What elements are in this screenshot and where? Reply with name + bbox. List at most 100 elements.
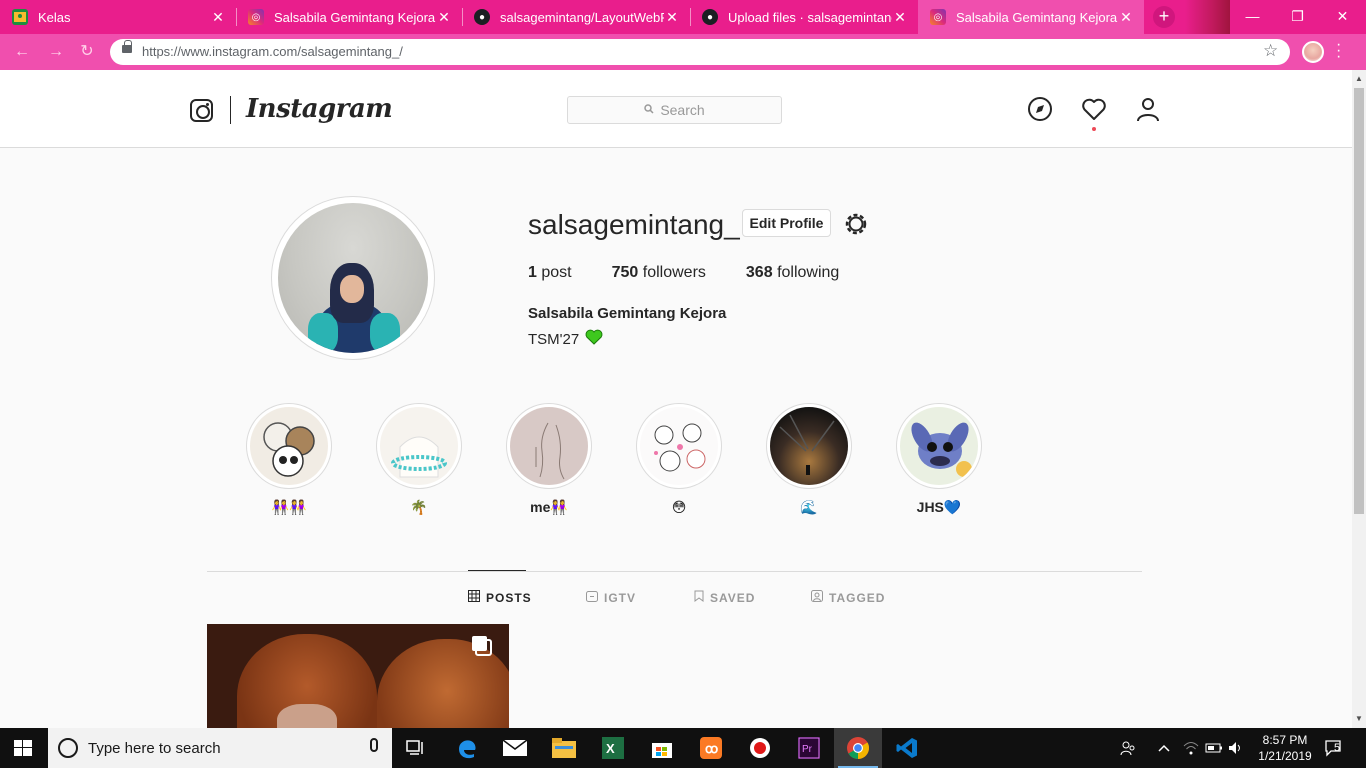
highlight-label: 🌊 (800, 499, 818, 515)
minimize-icon[interactable]: — (1230, 0, 1275, 34)
battery-icon[interactable] (1205, 728, 1223, 768)
url-text[interactable]: https://www.instagram.com/salsagemintang… (142, 44, 403, 59)
page-scrollbar[interactable]: ▲ ▼ (1352, 70, 1366, 728)
chrome-icon[interactable] (834, 728, 882, 768)
instagram-wordmark[interactable]: Instagram (246, 94, 393, 124)
tab-close-icon[interactable]: ✕ (664, 9, 680, 26)
bookmark-star-icon[interactable]: ☆ (1263, 41, 1278, 61)
tab-saved[interactable]: SAVED (694, 590, 755, 605)
activity-notification-dot (1092, 127, 1096, 131)
excel-icon[interactable]: X (589, 728, 637, 768)
scroll-up-icon[interactable]: ▲ (1355, 74, 1363, 83)
tagged-icon (811, 590, 823, 605)
activity-heart-icon[interactable] (1081, 96, 1107, 127)
cortana-icon (58, 738, 78, 758)
close-window-icon[interactable]: ✕ (1320, 0, 1365, 34)
tabs-divider (207, 571, 1142, 572)
action-center-icon[interactable]: 5 (1324, 728, 1344, 768)
notification-count: 5 (1334, 742, 1341, 754)
mail-icon[interactable] (491, 728, 539, 768)
xampp-icon[interactable]: ꝏ (687, 728, 735, 768)
browser-profile-avatar[interactable] (1302, 41, 1324, 63)
volume-icon[interactable] (1228, 728, 1244, 768)
back-icon[interactable]: ← (12, 42, 32, 62)
windows-start-icon[interactable] (14, 740, 32, 761)
tab-title: Upload files · salsagemintang/L (728, 9, 892, 25)
scrollbar-thumb[interactable] (1354, 88, 1364, 514)
highlight-item[interactable]: JHS💙 (896, 403, 982, 516)
followers-stat[interactable]: 750 followers (612, 264, 706, 282)
tab-posts[interactable]: POSTS (468, 590, 532, 605)
highlight-item[interactable]: 👭👭 (246, 403, 332, 516)
highlight-label: 🌴 (410, 499, 428, 515)
tab-tagged[interactable]: TAGGED (811, 590, 885, 605)
following-count: 368 (745, 264, 773, 281)
people-icon[interactable] (1120, 728, 1136, 768)
browser-tab-instagram[interactable]: ◎ Salsabila Gemintang Kejora (@ ✕ (236, 0, 462, 34)
post-thumbnail[interactable] (207, 624, 509, 728)
scroll-down-icon[interactable]: ▼ (1355, 714, 1363, 723)
file-explorer-icon[interactable] (540, 728, 588, 768)
search-icon (644, 103, 654, 117)
highlight-item[interactable]: 🌊 (766, 403, 852, 516)
profile-avatar[interactable] (278, 203, 428, 353)
forward-icon[interactable]: → (46, 42, 66, 62)
tab-title: Kelas (38, 9, 71, 25)
browser-tab-kelas[interactable]: Kelas ✕ (0, 0, 236, 34)
tab-close-icon[interactable]: ✕ (1118, 9, 1134, 26)
browser-tab-github-layout[interactable]: ● salsagemintang/LayoutWebPro ✕ (462, 0, 690, 34)
tab-igtv[interactable]: IGTV (586, 590, 636, 605)
taskbar-clock[interactable]: 8:57 PM 1/21/2019 (1252, 732, 1318, 764)
store-icon[interactable] (638, 728, 686, 768)
screen-recorder-icon[interactable] (736, 728, 784, 768)
tray-chevron-up-icon[interactable] (1158, 728, 1170, 768)
followers-label: followers (642, 264, 706, 281)
browser-tab-instagram-active[interactable]: ◎ Salsabila Gemintang Kejora (@ ✕ (918, 0, 1144, 34)
following-stat[interactable]: 368 following (746, 264, 839, 282)
highlight-ring (376, 403, 462, 489)
new-tab-button[interactable]: + (1153, 6, 1175, 28)
restore-icon[interactable]: ❐ (1275, 0, 1320, 34)
tab-close-icon[interactable]: ✕ (436, 9, 452, 26)
tab-title: Salsabila Gemintang Kejora (@ (956, 9, 1118, 25)
instagram-icon: ◎ (930, 9, 946, 25)
taskbar-search-box[interactable]: Type here to search (48, 728, 392, 768)
tab-close-icon[interactable]: ✕ (210, 9, 226, 26)
profile-bio: TSM'27 (528, 329, 603, 349)
profile-username: salsagemintang_ (528, 209, 740, 240)
tab-close-icon[interactable]: ✕ (892, 9, 908, 26)
explore-compass-icon[interactable] (1027, 96, 1053, 127)
edit-profile-button[interactable]: Edit Profile (742, 209, 831, 237)
igtv-icon (586, 590, 598, 605)
profile-user-icon[interactable] (1135, 96, 1161, 127)
wifi-icon[interactable] (1183, 728, 1199, 768)
tab-label: SAVED (710, 590, 756, 605)
taskbar-search-placeholder: Type here to search (88, 739, 221, 757)
vscode-icon[interactable] (883, 728, 931, 768)
github-icon: ● (474, 9, 490, 25)
highlight-label: me👭 (530, 499, 568, 515)
reload-icon[interactable]: ↻ (77, 42, 97, 62)
microphone-icon[interactable] (370, 738, 378, 752)
browser-tab-github-upload[interactable]: ● Upload files · salsagemintang/L ✕ (690, 0, 918, 34)
premiere-icon[interactable]: Pr (785, 728, 833, 768)
svg-text:Pr: Pr (802, 744, 813, 755)
green-heart-icon (585, 329, 603, 349)
tab-label: POSTS (486, 590, 532, 605)
instagram-logo-icon[interactable] (190, 99, 213, 122)
highlight-item[interactable]: 😳 (636, 403, 722, 516)
browser-menu-icon[interactable]: · · · (1336, 37, 1341, 65)
highlight-item[interactable]: 🌴 (376, 403, 462, 516)
edge-icon[interactable] (443, 728, 491, 768)
highlight-ring (766, 403, 852, 489)
task-view-icon[interactable] (392, 728, 440, 768)
search-input[interactable]: Search (567, 96, 782, 124)
logo-divider (230, 96, 231, 124)
highlight-item[interactable]: me👭 (506, 403, 592, 516)
active-tab-indicator (468, 570, 526, 571)
posts-count: 1 (528, 264, 537, 281)
url-path: salsagemintang_/ (300, 44, 403, 59)
bookmark-icon (694, 590, 704, 605)
settings-gear-icon[interactable] (842, 210, 870, 243)
svg-text:X: X (606, 741, 615, 756)
